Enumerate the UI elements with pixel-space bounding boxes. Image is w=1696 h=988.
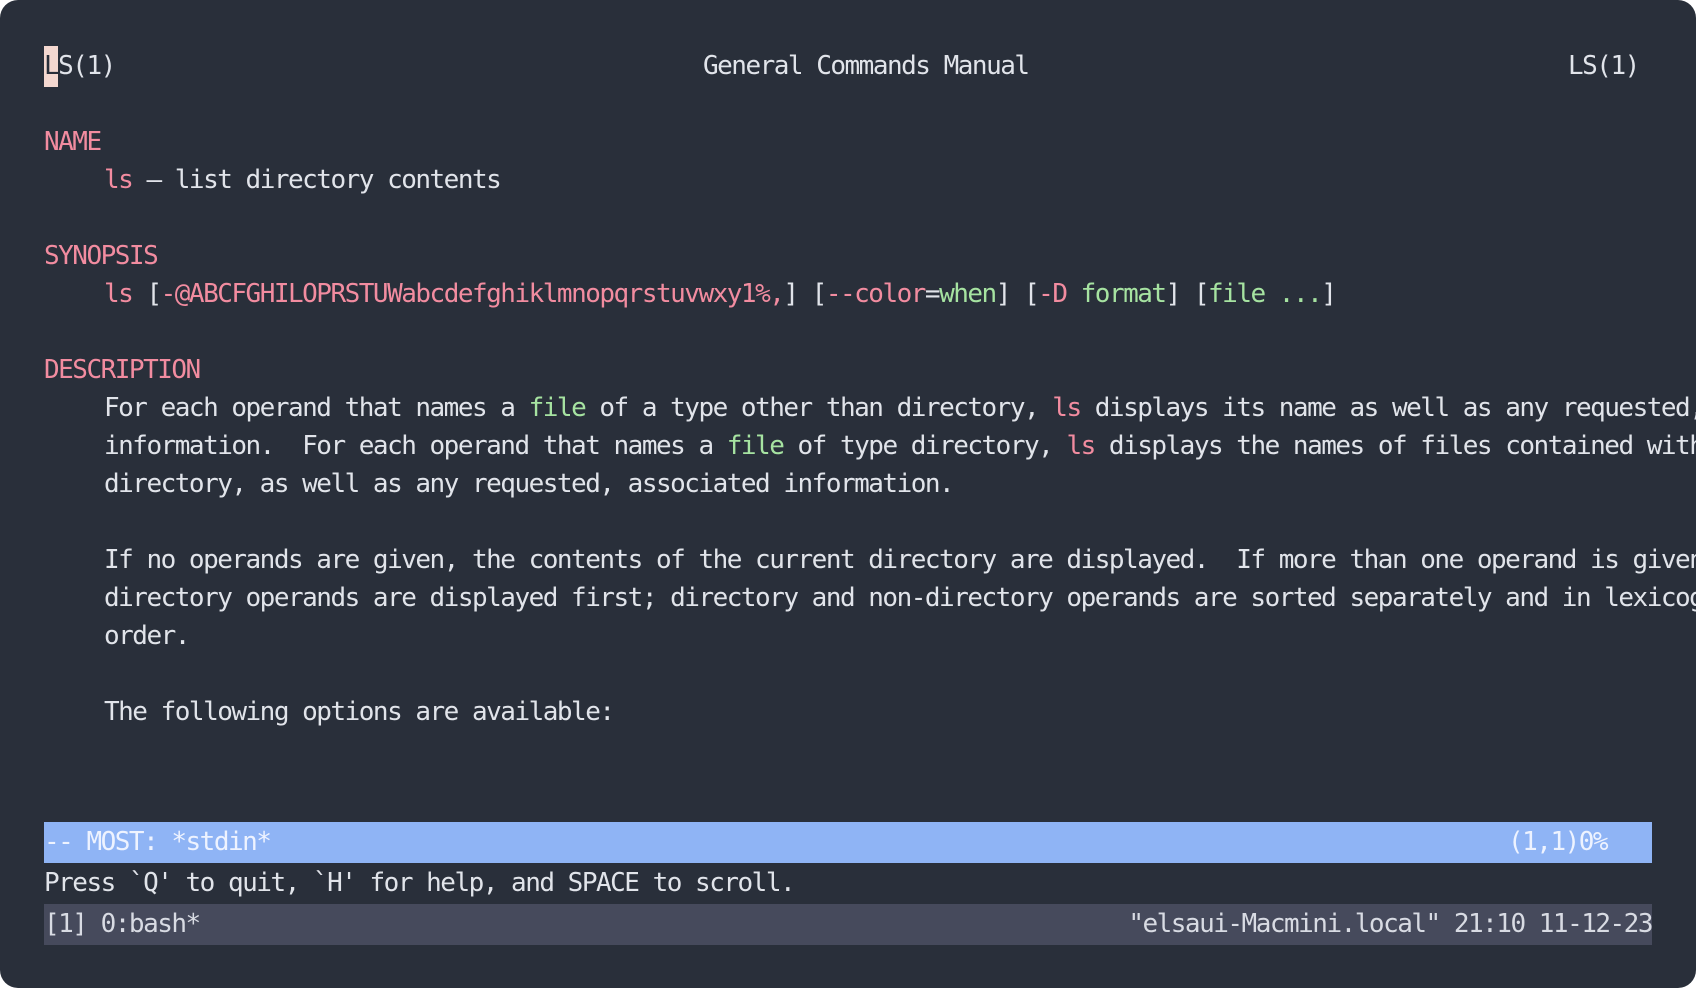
command-name: ls — [104, 165, 134, 195]
man-header-right: LS(1) — [1568, 51, 1640, 81]
synopsis-bracket: ] [ — [995, 279, 1040, 309]
description-line: directory, as well as any requested, ass… — [104, 469, 955, 499]
synopsis-bracket: [ — [132, 279, 162, 309]
section-heading-description: DESCRIPTION — [44, 355, 201, 385]
section-heading-synopsis: SYNOPSIS — [44, 241, 159, 271]
synopsis-color-option: --color — [825, 279, 927, 309]
description-line: order. — [104, 621, 190, 651]
terminal-window[interactable]: LS(1) General Commands Manual LS(1) NAME… — [0, 0, 1696, 988]
description-text: information. For each operand that names… — [104, 431, 727, 461]
synopsis-cmd: ls — [104, 279, 134, 309]
synopsis-equals: = — [924, 279, 941, 309]
description-text: For each operand that names a — [104, 393, 529, 423]
man-header-left: LS(1) — [44, 46, 116, 87]
synopsis-bracket: ] — [1321, 279, 1337, 309]
text-cursor: L — [44, 46, 60, 87]
synopsis-line: ls [-@ABCFGHILOPRSTUWabcdefghiklmnopqrst… — [104, 274, 1337, 315]
description-text: of type directory, — [783, 431, 1067, 461]
tmux-status-bar: [1] 0:bash* "elsaui-Macmini.local" 21:10… — [44, 904, 1653, 945]
pager-help-line: Press `Q' to quit, `H' for help, and SPA… — [44, 868, 796, 898]
ls-ref: ls — [1052, 393, 1082, 423]
synopsis-d-option: -D — [1038, 279, 1068, 309]
description-line: information. For each operand that names… — [104, 426, 1696, 467]
synopsis-format-arg: format — [1080, 279, 1167, 309]
synopsis-flags: -@ABCFGHILOPRSTUWabcdefghiklmnopqrstuvwx… — [160, 279, 785, 309]
description-text: displays its name as well as any request… — [1094, 393, 1696, 423]
tmux-status-right: "elsaui-Macmini.local" 21:10 11-12-23 — [1128, 909, 1653, 939]
ls-ref: ls — [1066, 431, 1096, 461]
description-line: For each operand that names a file of a … — [104, 388, 1696, 429]
man-header-left-text: S(1) — [58, 51, 116, 81]
file-arg: file — [528, 393, 587, 423]
synopsis-space — [1066, 279, 1080, 309]
man-header-center: General Commands Manual — [703, 51, 1030, 81]
description-line: The following options are available: — [104, 697, 615, 727]
description-line: directory operands are displayed first; … — [104, 583, 1696, 613]
synopsis-bracket: ] [ — [1165, 279, 1210, 309]
synopsis-when-arg: when — [939, 279, 997, 309]
description-line: If no operands are given, the contents o… — [104, 545, 1696, 575]
pager-status-bar: -- MOST: *stdin* (1,1)0% — [44, 822, 1652, 863]
synopsis-file-arg: file ... — [1208, 279, 1323, 309]
pager-status-left: -- MOST: *stdin* — [44, 827, 272, 857]
tmux-window-list[interactable]: [1] 0:bash* — [44, 904, 201, 945]
file-arg: file — [726, 431, 785, 461]
description-text: displays the names of files contained wi… — [1108, 431, 1696, 461]
synopsis-bracket: ] [ — [783, 279, 827, 309]
command-summary: – list directory contents — [132, 165, 501, 195]
pager-position: (1,1)0% — [1508, 827, 1609, 857]
name-line: ls – list directory contents — [104, 160, 502, 201]
section-heading-name: NAME — [44, 127, 102, 157]
description-text: of a type other than directory, — [585, 393, 1053, 423]
